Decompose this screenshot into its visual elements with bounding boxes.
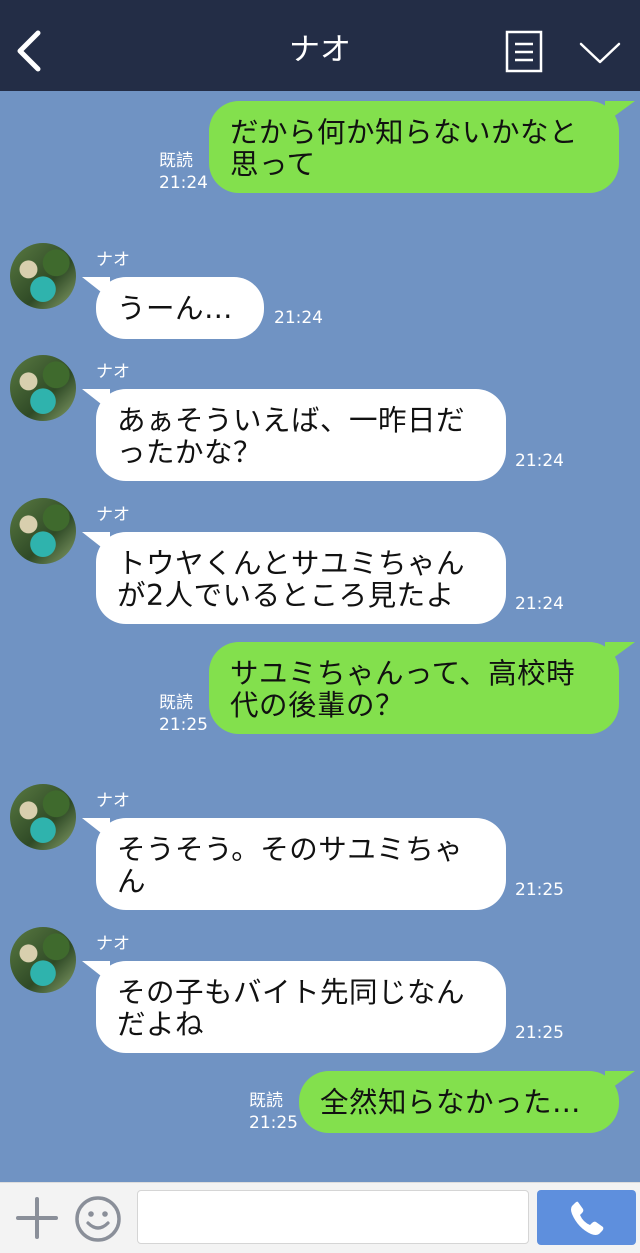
message-bubble-incoming[interactable]: その子もバイト先同じなん だよね [82, 961, 506, 1053]
message-meta: 既読 21:24 [159, 150, 208, 194]
sender-name: ナオ [96, 791, 130, 811]
message-line: だよね [117, 1008, 205, 1041]
message-time: 21:24 [274, 308, 323, 328]
avatar[interactable] [10, 927, 76, 993]
chevron-left-icon[interactable] [14, 29, 46, 73]
call-button[interactable] [537, 1190, 636, 1245]
sender-name: ナオ [96, 250, 130, 270]
message-bubble-incoming[interactable]: うーん… [82, 277, 264, 339]
message-line: うーん… [117, 292, 234, 325]
message-meta: 既読 21:25 [159, 692, 208, 736]
message-line: サユミちゃんって、高校時 [230, 657, 576, 690]
phone-icon [571, 1201, 604, 1235]
message-bubble-incoming[interactable]: そうそう。そのサユミちゃ ん [82, 818, 506, 910]
message-time: 21:24 [159, 173, 208, 193]
avatar[interactable] [10, 784, 76, 850]
message-bubble-outgoing[interactable]: サユミちゃんって、高校時 代の後輩の？ [209, 642, 635, 734]
sender-name: ナオ [96, 362, 130, 382]
note-icon[interactable] [505, 30, 543, 73]
chat-title: ナオ [289, 32, 351, 68]
message-line: 代の後輩の？ [230, 689, 405, 722]
emoji-icon[interactable] [73, 1194, 123, 1244]
message-time: 21:24 [515, 594, 564, 614]
message-time: 21:25 [249, 1113, 298, 1133]
message-time: 21:24 [515, 451, 564, 471]
message-line: その子もバイト先同じなん [117, 976, 466, 1009]
input-bar [0, 1182, 640, 1253]
message-line: ったかな？ [117, 436, 263, 469]
message-bubble-incoming[interactable]: トウヤくんとサユミちゃん が2人でいるところ見たよ [82, 532, 506, 624]
plus-icon[interactable] [14, 1195, 60, 1241]
sender-name: ナオ [96, 934, 130, 954]
read-receipt: 既読 [159, 693, 193, 713]
message-line: 全然知らなかった… [320, 1086, 582, 1119]
message-bubble-outgoing[interactable]: 全然知らなかった… [299, 1071, 635, 1133]
read-receipt: 既読 [159, 151, 193, 171]
message-time: 21:25 [515, 880, 564, 900]
message-bubble-outgoing[interactable]: だから何か知らないかなと 思って [209, 101, 635, 193]
avatar[interactable] [10, 498, 76, 564]
message-time: 21:25 [159, 715, 208, 735]
avatar[interactable] [10, 243, 76, 309]
chevron-down-icon[interactable] [578, 38, 622, 68]
message-bubble-incoming[interactable]: あぁそういえば、一昨日だ ったかな？ [82, 389, 506, 481]
chat-header: ナオ [0, 0, 640, 91]
message-line: 思って [230, 148, 316, 181]
message-line: トウヤくんとサユミちゃん [117, 547, 466, 580]
message-line: だから何か知らないかなと [230, 116, 579, 149]
sender-name: ナオ [96, 505, 130, 525]
message-line: が2人でいるところ見たよ [117, 579, 455, 612]
message-line: ん [117, 865, 147, 898]
message-line: そうそう。そのサユミちゃ [117, 833, 464, 866]
message-line: あぁそういえば、一昨日だ [117, 404, 466, 437]
chat-area[interactable]: 既読 21:24 だから何か知らないかなと 思って ナオ うーん… 21:24 … [0, 91, 640, 1182]
message-time: 21:25 [515, 1023, 564, 1043]
read-receipt: 既読 [249, 1091, 283, 1111]
message-meta: 既読 21:25 [249, 1090, 298, 1134]
avatar[interactable] [10, 355, 76, 421]
message-input[interactable] [137, 1190, 529, 1244]
